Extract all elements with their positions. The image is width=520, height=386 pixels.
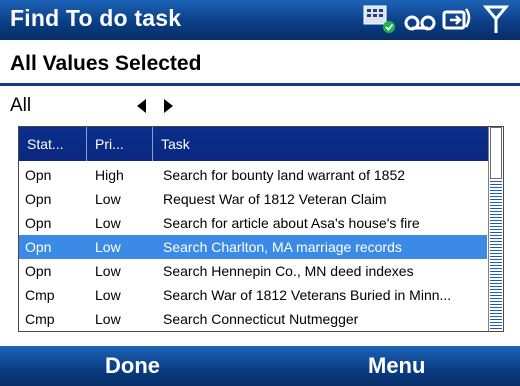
row-task: Search War of 1812 Veterans Buried in Mi…	[163, 287, 452, 303]
row-status: Opn	[25, 239, 52, 255]
table-row[interactable]: Opn Low Search Hennepin Co., MN deed ind…	[19, 259, 487, 283]
title-bar: Find To do task	[0, 0, 520, 40]
row-status: Opn	[25, 167, 52, 183]
arrow-left-icon[interactable]	[132, 96, 152, 116]
arrow-right-icon[interactable]	[158, 96, 178, 116]
table-row[interactable]: Opn Low Search for article about Asa's h…	[19, 211, 487, 235]
column-header-priority[interactable]: Pri...	[87, 127, 153, 161]
sync-icon	[442, 8, 471, 30]
scrollbar-track[interactable]	[490, 181, 502, 329]
row-status: Opn	[25, 191, 52, 207]
column-header-status[interactable]: Stat...	[19, 127, 87, 161]
vertical-scrollbar[interactable]	[488, 127, 503, 331]
status-icons	[362, 3, 512, 37]
row-task: Search for article about Asa's house's f…	[163, 215, 420, 231]
row-priority: High	[95, 167, 124, 183]
row-status: Opn	[25, 263, 52, 279]
row-task: Search Connecticut Nutmegger	[163, 311, 359, 327]
done-softkey[interactable]: Done	[105, 346, 160, 386]
app-title: Find To do task	[10, 5, 182, 31]
table-row[interactable]: Opn High Search for bounty land warrant …	[19, 163, 487, 187]
filter-value[interactable]: All	[10, 95, 31, 117]
softkey-bar: Done Menu	[0, 346, 520, 386]
column-header-task[interactable]: Task	[153, 127, 497, 161]
scrollbar-thumb[interactable]	[490, 127, 502, 179]
table-row[interactable]: Opn Low Request War of 1812 Veteran Clai…	[19, 187, 487, 211]
row-status: Cmp	[25, 287, 55, 303]
signal-icon	[482, 5, 510, 33]
row-task: Search Charlton, MA marriage records	[163, 239, 402, 255]
row-status: Cmp	[25, 311, 55, 327]
grid-header: Stat... Pri... Task	[19, 127, 503, 161]
row-priority: Low	[95, 215, 121, 231]
row-task: Request War of 1812 Veteran Claim	[163, 191, 387, 207]
row-task: Search for bounty land warrant of 1852	[163, 167, 406, 183]
row-priority: Low	[95, 311, 121, 327]
row-task: Search Hennepin Co., MN deed indexes	[163, 263, 414, 279]
table-row-selected[interactable]: Opn Low Search Charlton, MA marriage rec…	[19, 235, 487, 259]
table-row[interactable]: Cmp Low Search Connecticut Nutmegger	[19, 307, 487, 331]
row-priority: Low	[95, 191, 121, 207]
divider	[0, 83, 520, 86]
task-list[interactable]: Stat... Pri... Task Opn High Search for …	[18, 126, 504, 332]
voicemail-icon	[404, 15, 436, 31]
row-priority: Low	[95, 263, 121, 279]
row-priority: Low	[95, 287, 121, 303]
row-priority: Low	[95, 239, 121, 255]
table-row[interactable]: Cmp Low Search War of 1812 Veterans Buri…	[19, 283, 487, 307]
menu-softkey[interactable]: Menu	[368, 346, 425, 386]
row-status: Opn	[25, 215, 52, 231]
gprs-icon	[363, 5, 395, 33]
filter-heading: All Values Selected	[10, 52, 202, 75]
